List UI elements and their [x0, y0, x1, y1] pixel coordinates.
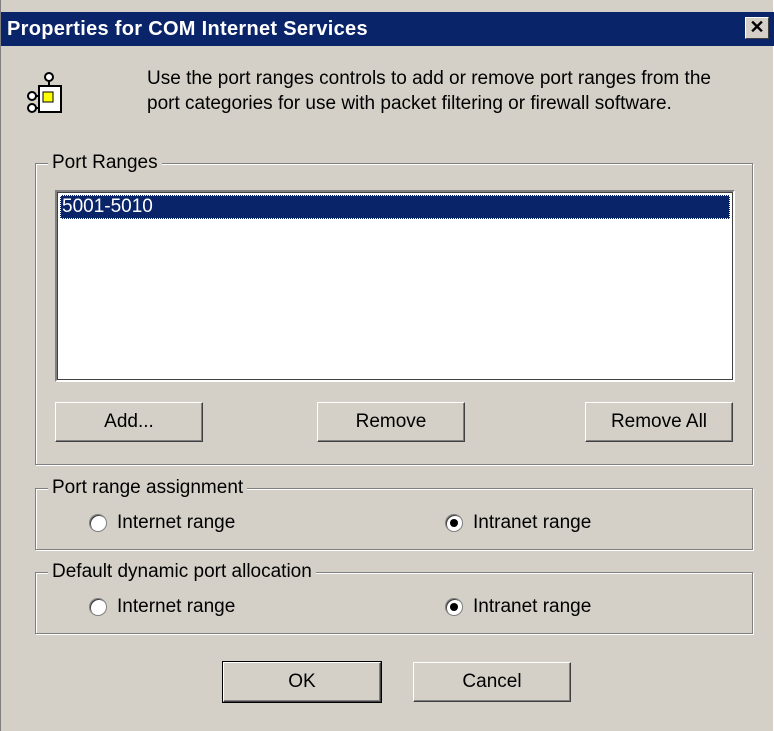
properties-network-icon [27, 72, 62, 113]
radio-label: Intranet range [473, 512, 592, 533]
radio-label: Internet range [117, 596, 236, 617]
close-button[interactable]: ✕ [745, 17, 769, 39]
title-bar[interactable]: Properties for COM Internet Services ✕ [1, 12, 774, 46]
port-ranges-list[interactable]: 5001-5010 [55, 190, 735, 382]
radio-label: Intranet range [473, 596, 592, 617]
dynamic-internet-radio[interactable]: Internet range [89, 596, 235, 618]
properties-dialog: Properties for COM Internet Services ✕ U… [0, 0, 774, 731]
dynamic-intranet-radio[interactable]: Intranet range [445, 596, 591, 618]
remove-button[interactable]: Remove [317, 402, 465, 442]
cancel-button[interactable]: Cancel [413, 662, 571, 702]
list-item[interactable]: 5001-5010 [60, 195, 730, 219]
description-text: Use the port ranges controls to add or r… [147, 68, 711, 114]
port-range-assignment-label: Port range assignment [48, 476, 248, 500]
close-icon: ✕ [749, 17, 765, 37]
remove-all-button[interactable]: Remove All [585, 402, 733, 442]
window-title: Properties for COM Internet Services [7, 18, 368, 40]
radio-icon[interactable] [89, 598, 107, 616]
add-button[interactable]: Add... [55, 402, 203, 442]
radio-icon[interactable] [445, 598, 463, 616]
default-dynamic-label: Default dynamic port allocation [48, 560, 316, 584]
radio-icon[interactable] [445, 514, 463, 532]
ok-button[interactable]: OK [222, 661, 382, 703]
assignment-internet-radio[interactable]: Internet range [89, 512, 235, 534]
port-ranges-label: Port Ranges [48, 151, 162, 175]
assignment-intranet-radio[interactable]: Intranet range [445, 512, 591, 534]
radio-label: Internet range [117, 512, 236, 533]
radio-icon[interactable] [89, 514, 107, 532]
